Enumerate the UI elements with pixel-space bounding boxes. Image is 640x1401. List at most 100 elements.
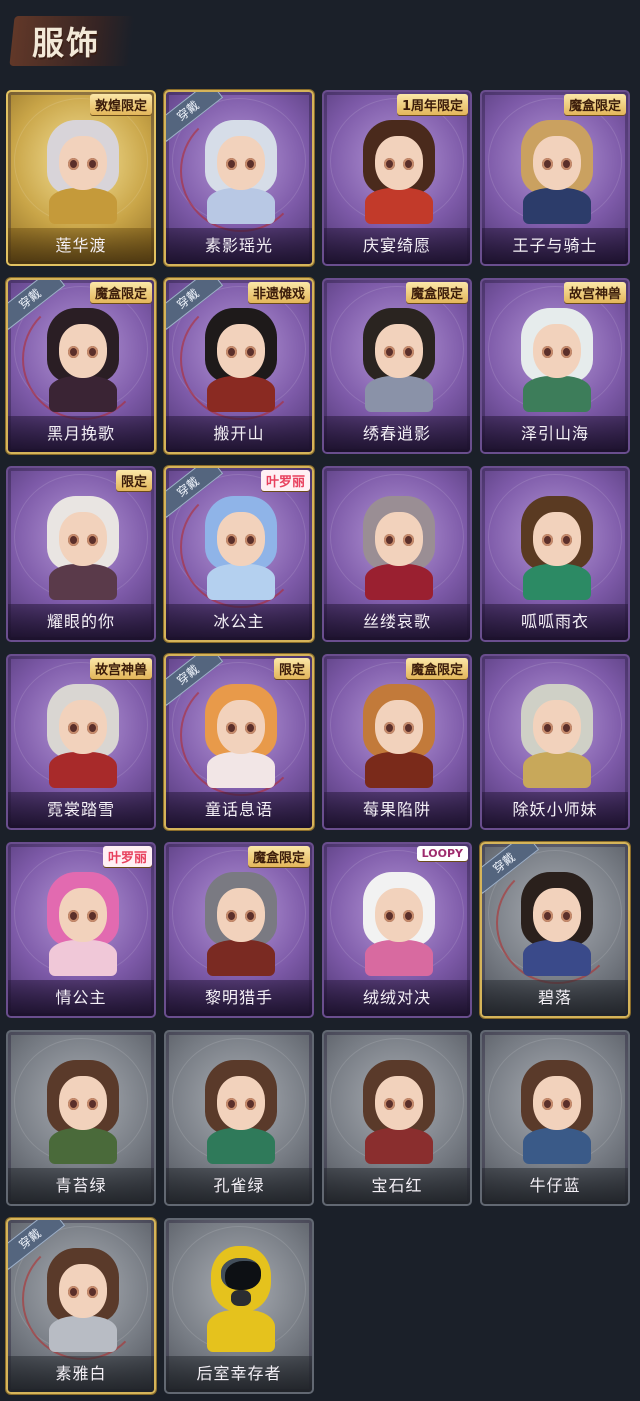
portrait-eye xyxy=(403,158,414,170)
portrait-eye xyxy=(542,910,553,922)
portrait-eye xyxy=(245,910,256,922)
outfit-name: 碧落 xyxy=(482,980,628,1016)
section-header: 服饰 xyxy=(0,0,640,80)
portrait-eye xyxy=(226,346,237,358)
portrait-outfit xyxy=(207,1128,275,1164)
outfit-name: 黑月挽歌 xyxy=(8,416,154,452)
portrait-face xyxy=(533,136,581,190)
portrait-eye xyxy=(384,346,395,358)
portrait-eye xyxy=(245,534,256,546)
character-portrait xyxy=(517,866,597,976)
outfit-card[interactable]: 魔盒限定 黎明猎手 xyxy=(164,842,314,1018)
character-portrait xyxy=(43,302,123,412)
portrait-face xyxy=(59,700,107,754)
outfit-card[interactable]: 牛仔蓝 xyxy=(480,1030,630,1206)
outfit-card[interactable]: 非遗傩戏 穿戴 搬开山 xyxy=(164,278,314,454)
character-portrait xyxy=(517,490,597,600)
outfit-card[interactable]: 叶罗丽情公主 xyxy=(6,842,156,1018)
character-portrait xyxy=(43,866,123,976)
portrait-outfit xyxy=(49,1316,117,1352)
outfit-name: 绒绒对决 xyxy=(324,980,470,1016)
portrait-outfit xyxy=(365,1128,433,1164)
outfit-card[interactable]: LOOPY 绒绒对决 xyxy=(322,842,472,1018)
outfit-card[interactable]: 穿戴 碧落 xyxy=(480,842,630,1018)
outfit-card[interactable]: 魔盒限定 穿戴 黑月挽歌 xyxy=(6,278,156,454)
portrait-eye xyxy=(384,158,395,170)
outfit-card[interactable]: 限定 穿戴 童话息语 xyxy=(164,654,314,830)
character-portrait xyxy=(517,302,597,412)
outfit-card[interactable]: 魔盒限定 王子与骑士 xyxy=(480,90,630,266)
outfit-card[interactable]: 孔雀绿 xyxy=(164,1030,314,1206)
portrait-face xyxy=(59,888,107,942)
portrait-eye xyxy=(68,910,79,922)
portrait-face xyxy=(217,700,265,754)
portrait-eye xyxy=(68,722,79,734)
outfit-name: 霓裳踏雪 xyxy=(8,792,154,828)
outfit-card[interactable]: 后室幸存者 xyxy=(164,1218,314,1394)
limited-tag-badge: 1周年限定 xyxy=(396,94,468,115)
character-portrait xyxy=(43,678,123,788)
character-portrait xyxy=(201,1242,281,1352)
limited-tag-badge: 叶罗丽 xyxy=(102,846,152,867)
outfit-card[interactable]: 除妖小师妹 xyxy=(480,654,630,830)
outfit-name: 孔雀绿 xyxy=(166,1168,312,1204)
outfit-card[interactable]: 丝缕哀歌 xyxy=(322,466,472,642)
portrait-eye xyxy=(542,346,553,358)
portrait-face xyxy=(59,324,107,378)
portrait-face xyxy=(533,512,581,566)
outfit-card[interactable]: 敦煌限定 莲华渡 xyxy=(6,90,156,266)
portrait-eye xyxy=(68,534,79,546)
outfit-name: 耀眼的你 xyxy=(8,604,154,640)
portrait-eye xyxy=(226,722,237,734)
portrait-outfit xyxy=(365,564,433,600)
outfit-card[interactable]: 呱呱雨衣 xyxy=(480,466,630,642)
outfit-card[interactable]: 穿戴 素雅白 xyxy=(6,1218,156,1394)
portrait-eye xyxy=(226,534,237,546)
outfit-card[interactable]: 故宫神兽 霓裳踏雪 xyxy=(6,654,156,830)
portrait-outfit xyxy=(207,752,275,788)
outfit-card[interactable]: 青苔绿 xyxy=(6,1030,156,1206)
portrait-eye xyxy=(245,158,256,170)
portrait-outfit xyxy=(49,564,117,600)
outfit-name: 王子与骑士 xyxy=(482,228,628,264)
character-portrait xyxy=(201,490,281,600)
limited-tag-badge: 魔盒限定 xyxy=(405,282,468,303)
portrait-eye xyxy=(87,534,98,546)
outfit-card[interactable]: 叶罗丽 穿戴 冰公主 xyxy=(164,466,314,642)
portrait-outfit xyxy=(523,564,591,600)
outfit-name: 牛仔蓝 xyxy=(482,1168,628,1204)
hazmat-mask xyxy=(231,1290,251,1306)
portrait-eye xyxy=(561,722,572,734)
character-portrait xyxy=(359,490,439,600)
portrait-outfit xyxy=(49,752,117,788)
portrait-face xyxy=(533,700,581,754)
portrait-eye xyxy=(87,158,98,170)
portrait-face xyxy=(533,1076,581,1130)
portrait-eye xyxy=(561,1098,572,1110)
outfit-grid: 敦煌限定 莲华渡 穿戴 素影瑶光 1周年限定 庆宴绮愿 魔盒限定 王子与骑士 魔盒限定 穿戴 黑月挽… xyxy=(6,90,630,1394)
hazmat-suit xyxy=(207,1310,275,1352)
portrait-outfit xyxy=(523,188,591,224)
outfit-name: 后室幸存者 xyxy=(166,1356,312,1392)
portrait-eye xyxy=(87,1286,98,1298)
portrait-outfit xyxy=(207,940,275,976)
outfit-card[interactable]: 宝石红 xyxy=(322,1030,472,1206)
character-portrait xyxy=(517,678,597,788)
outfit-card[interactable]: 故宫神兽 泽引山海 xyxy=(480,278,630,454)
portrait-eye xyxy=(542,534,553,546)
portrait-eye xyxy=(87,1098,98,1110)
portrait-outfit xyxy=(49,1128,117,1164)
character-portrait xyxy=(359,1054,439,1164)
portrait-outfit xyxy=(365,188,433,224)
outfit-card[interactable]: 限定 耀眼的你 xyxy=(6,466,156,642)
character-portrait xyxy=(43,1054,123,1164)
character-portrait xyxy=(359,114,439,224)
portrait-eye xyxy=(68,1098,79,1110)
outfit-name: 情公主 xyxy=(8,980,154,1016)
outfit-name: 宝石红 xyxy=(324,1168,470,1204)
outfit-card[interactable]: 魔盒限定 莓果陷阱 xyxy=(322,654,472,830)
character-portrait xyxy=(43,490,123,600)
outfit-card[interactable]: 穿戴 素影瑶光 xyxy=(164,90,314,266)
outfit-card[interactable]: 魔盒限定 绣春逍影 xyxy=(322,278,472,454)
outfit-card[interactable]: 1周年限定 庆宴绮愿 xyxy=(322,90,472,266)
